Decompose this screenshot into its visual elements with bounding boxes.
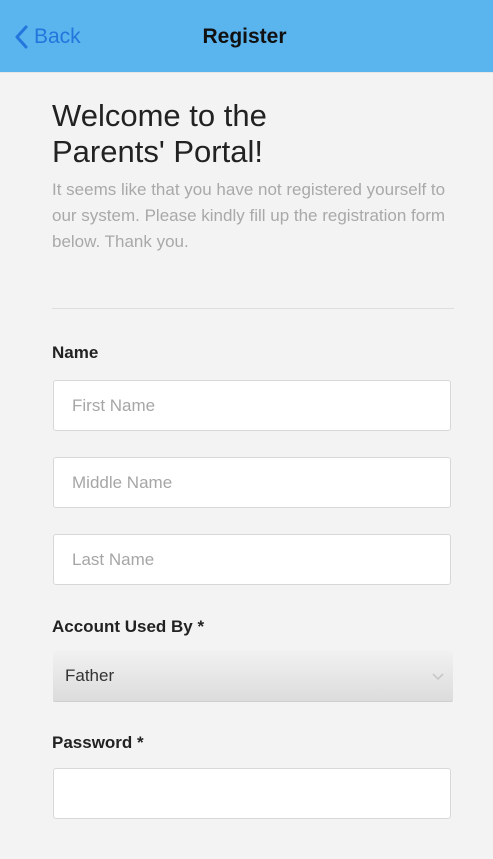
welcome-heading-line2: Parents' Portal! — [52, 134, 263, 169]
account-used-by-value: Father — [65, 666, 115, 685]
account-used-by-select[interactable]: Father — [53, 651, 453, 702]
divider — [52, 308, 454, 309]
name-label: Name — [52, 343, 99, 362]
chevron-down-icon — [423, 651, 453, 702]
last-name-input[interactable] — [53, 534, 451, 585]
welcome-heading-line1: Welcome to the — [52, 98, 267, 133]
account-used-by-label: Account Used By * — [52, 617, 205, 636]
password-input[interactable] — [53, 768, 451, 819]
welcome-heading: Welcome to the Parents' Portal! — [52, 98, 462, 170]
page-title: Register — [202, 25, 287, 48]
nav-bar: Back Register — [0, 0, 493, 72]
registration-content: Welcome to the Parents' Portal! It seems… — [0, 72, 493, 859]
password-label: Password * — [52, 733, 144, 752]
middle-name-input[interactable] — [53, 457, 451, 508]
welcome-description: It seems like that you have not register… — [52, 180, 446, 251]
first-name-input[interactable] — [53, 380, 451, 431]
